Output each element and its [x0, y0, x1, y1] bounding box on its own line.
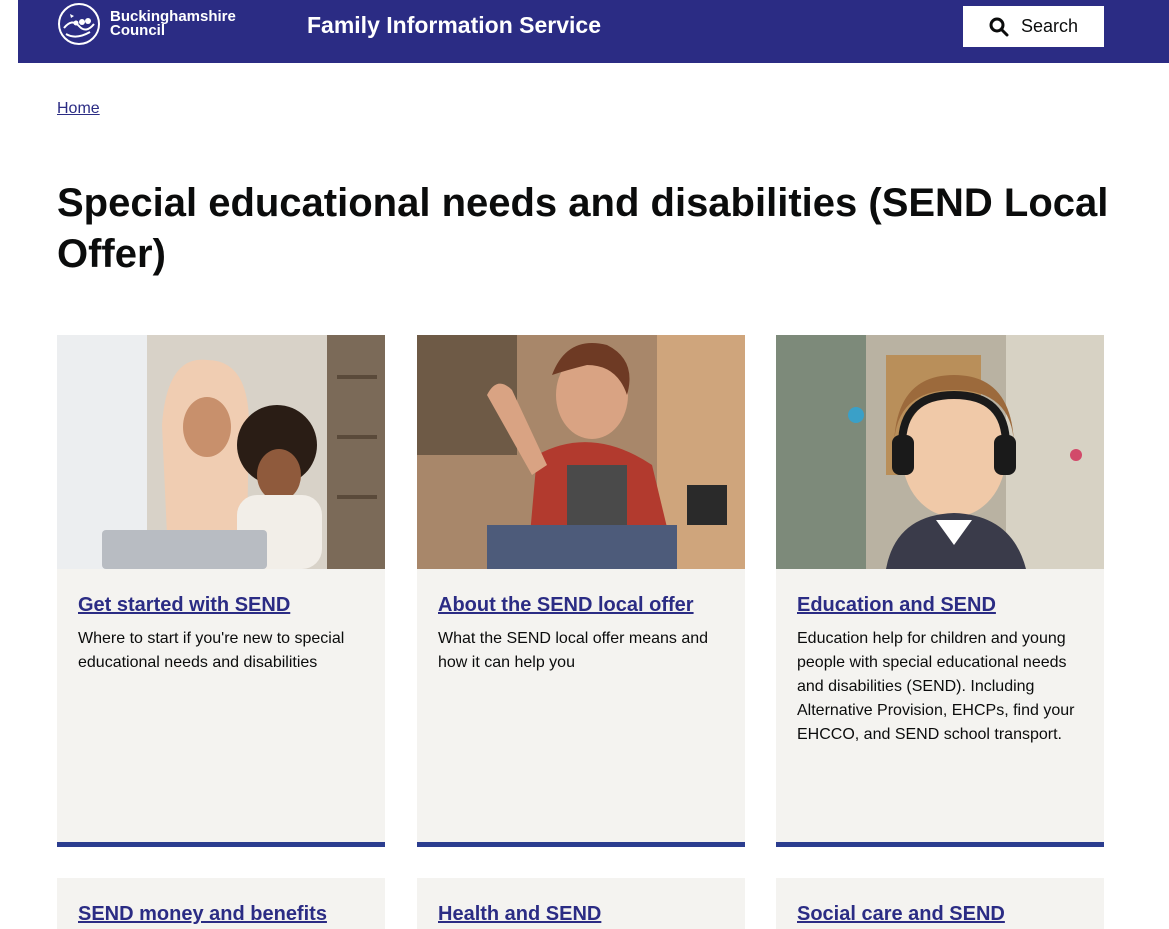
card-title-link[interactable]: About the SEND local offer: [438, 593, 725, 617]
card-title-link[interactable]: Education and SEND: [797, 593, 1084, 617]
search-button[interactable]: Search: [963, 6, 1104, 47]
site-header: Buckinghamshire Council Family Informati…: [18, 0, 1169, 63]
page-title: Special educational needs and disabiliti…: [57, 181, 1109, 276]
card-accent-bar: [776, 842, 1104, 847]
logo-line-2: Council: [110, 22, 165, 39]
search-icon: [989, 17, 1009, 36]
card-description: Education help for children and young pe…: [797, 630, 1075, 743]
card-image-girl-headphones: [776, 335, 1104, 569]
breadcrumb-home-link[interactable]: Home: [57, 100, 100, 117]
card-get-started[interactable]: Get started with SEND Where to start if …: [57, 335, 385, 847]
card-health[interactable]: Health and SEND: [417, 878, 745, 929]
card-title-link[interactable]: SEND money and benefits: [78, 902, 365, 926]
card-education[interactable]: Education and SEND Education help for ch…: [776, 335, 1104, 847]
card-description: Where to start if you're new to special …: [78, 630, 345, 671]
card-image-woman-wheelchair: [417, 335, 745, 569]
card-about-local-offer[interactable]: About the SEND local offer What the SEND…: [417, 335, 745, 847]
card-title-link[interactable]: Social care and SEND: [797, 902, 1084, 926]
card-social-care[interactable]: Social care and SEND: [776, 878, 1104, 929]
search-label: Search: [1020, 16, 1079, 36]
card-accent-bar: [417, 842, 745, 847]
breadcrumb: Home: [57, 100, 100, 118]
card-accent-bar: [57, 842, 385, 847]
council-logo-link[interactable]: Buckinghamshire Council: [56, 2, 236, 46]
logo-text: Buckinghamshire Council: [110, 9, 236, 39]
service-name-link[interactable]: Family Information Service: [307, 12, 601, 39]
card-money-benefits[interactable]: SEND money and benefits: [57, 878, 385, 929]
card-image-mother-child-laptop: [57, 335, 385, 569]
card-title-link[interactable]: Health and SEND: [438, 902, 725, 926]
council-logo-icon: [58, 3, 100, 45]
card-description: What the SEND local offer means and how …: [438, 630, 709, 671]
card-title-link[interactable]: Get started with SEND: [78, 593, 365, 617]
